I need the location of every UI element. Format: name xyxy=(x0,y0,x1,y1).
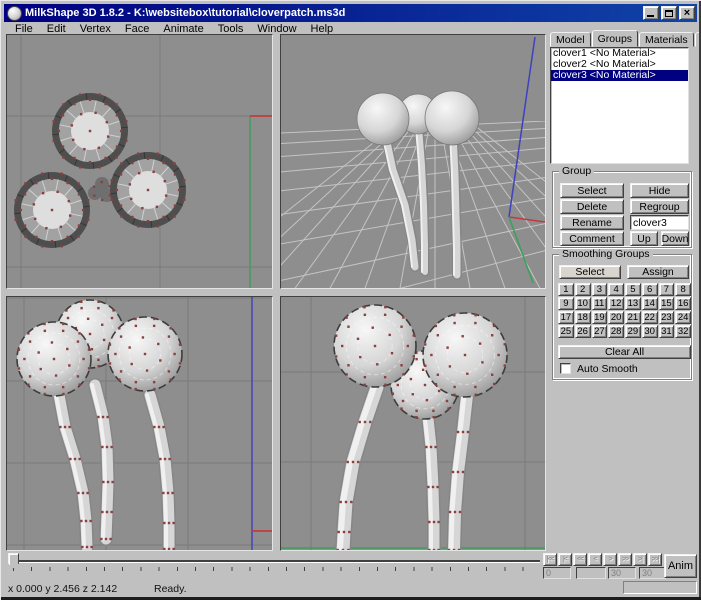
anim-toggle-button[interactable]: Anim xyxy=(664,554,697,578)
smoothing-groups-box: Smoothing Groups Select Assign 123456789… xyxy=(552,254,692,380)
close-button[interactable]: × xyxy=(679,6,695,20)
smoothing-group-16-button[interactable]: 16 xyxy=(675,297,691,310)
minimize-button[interactable] xyxy=(643,6,659,20)
viewport-front-view[interactable] xyxy=(280,296,546,551)
frame-field-2[interactable] xyxy=(576,567,606,579)
status-message: Ready. xyxy=(154,583,187,595)
smoothing-group-13-button[interactable]: 13 xyxy=(625,297,641,310)
clear-all-button[interactable]: Clear All xyxy=(558,345,691,359)
smoothing-group-2-button[interactable]: 2 xyxy=(575,283,591,296)
smoothing-group-7-button[interactable]: 7 xyxy=(659,283,675,296)
group-box-title: Group xyxy=(559,166,594,177)
tab-groups[interactable]: Groups xyxy=(592,30,638,47)
viewport-top-canvas xyxy=(7,35,272,288)
auto-smooth-label: Auto Smooth xyxy=(577,363,638,375)
smoothing-group-18-button[interactable]: 18 xyxy=(575,311,591,324)
smoothing-assign-button[interactable]: Assign xyxy=(627,265,689,279)
coordinates-readout: x 0.000 y 2.456 z 2.142 xyxy=(8,583,117,595)
next-keyframe-button[interactable]: >| xyxy=(633,553,647,566)
smoothing-group-20-button[interactable]: 20 xyxy=(608,311,624,324)
viewport-3d-view[interactable] xyxy=(280,34,546,289)
smoothing-group-22-button[interactable]: 22 xyxy=(642,311,658,324)
group-box: Group Select Hide Delete Regroup Rename … xyxy=(552,171,692,248)
status-bar: x 0.000 y 2.456 z 2.142 Ready. xyxy=(3,580,698,596)
smoothing-group-6-button[interactable]: 6 xyxy=(642,283,658,296)
smoothing-select-button[interactable]: Select xyxy=(559,265,621,279)
smoothing-number-grid: 1234567891011121314151617181920212223242… xyxy=(558,283,691,338)
smoothing-group-26-button[interactable]: 26 xyxy=(575,325,591,338)
total-frames-field[interactable]: 30 xyxy=(608,567,636,579)
window-title: MilkShape 3D 1.8.2 - K:\websitebox\tutor… xyxy=(25,7,643,19)
viewport-side-canvas xyxy=(7,297,272,550)
list-item-clover1[interactable]: clover1 <No Material> xyxy=(551,48,688,59)
smoothing-group-23-button[interactable]: 23 xyxy=(659,311,675,324)
regroup-button[interactable]: Regroup xyxy=(630,199,689,214)
list-item-clover2[interactable]: clover2 <No Material> xyxy=(551,59,688,70)
hide-button[interactable]: Hide xyxy=(630,183,689,198)
smoothing-group-4-button[interactable]: 4 xyxy=(608,283,624,296)
list-item-clover3[interactable]: clover3 <No Material> xyxy=(551,70,688,81)
panel-tabs: Model Groups Materials Joints xyxy=(550,30,701,47)
down-button[interactable]: Down xyxy=(661,231,689,246)
smoothing-group-31-button[interactable]: 31 xyxy=(659,325,675,338)
step-back-button[interactable]: < xyxy=(588,553,602,566)
go-to-end-button[interactable]: >>| xyxy=(648,553,662,566)
smoothing-group-1-button[interactable]: 1 xyxy=(558,283,574,296)
window-controls: × xyxy=(643,6,695,20)
smoothing-group-24-button[interactable]: 24 xyxy=(675,311,691,324)
up-button[interactable]: Up xyxy=(630,231,658,246)
tab-materials[interactable]: Materials xyxy=(639,32,694,47)
app-icon xyxy=(7,6,22,21)
smoothing-group-14-button[interactable]: 14 xyxy=(642,297,658,310)
auto-smooth-checkbox[interactable] xyxy=(560,363,571,374)
smoothing-group-27-button[interactable]: 27 xyxy=(592,325,608,338)
fast-forward-button[interactable]: >> xyxy=(618,553,632,566)
milkshape-window: MilkShape 3D 1.8.2 - K:\websitebox\tutor… xyxy=(0,0,701,600)
smoothing-group-15-button[interactable]: 15 xyxy=(659,297,675,310)
smoothing-group-11-button[interactable]: 11 xyxy=(592,297,608,310)
smoothing-group-32-button[interactable]: 32 xyxy=(675,325,691,338)
smoothing-group-28-button[interactable]: 28 xyxy=(608,325,624,338)
title-bar: MilkShape 3D 1.8.2 - K:\websitebox\tutor… xyxy=(4,4,697,22)
step-forward-button[interactable]: > xyxy=(603,553,617,566)
maximize-button[interactable] xyxy=(661,6,677,20)
end-frame-field[interactable]: 30 xyxy=(639,567,666,579)
smoothing-group-12-button[interactable]: 12 xyxy=(608,297,624,310)
group-name-input[interactable] xyxy=(630,215,689,230)
select-button[interactable]: Select xyxy=(560,183,624,198)
maximize-icon xyxy=(665,10,673,17)
smoothing-box-title: Smoothing Groups xyxy=(559,249,653,260)
smoothing-group-30-button[interactable]: 30 xyxy=(642,325,658,338)
tab-model[interactable]: Model xyxy=(550,32,591,47)
viewport-front-canvas xyxy=(281,297,545,550)
smoothing-group-8-button[interactable]: 8 xyxy=(675,283,691,296)
current-frame-field[interactable]: 0 xyxy=(543,567,571,579)
viewport-3d-canvas xyxy=(281,35,545,288)
smoothing-group-29-button[interactable]: 29 xyxy=(625,325,641,338)
prev-keyframe-button[interactable]: |< xyxy=(558,553,572,566)
smoothing-group-5-button[interactable]: 5 xyxy=(625,283,641,296)
smoothing-group-17-button[interactable]: 17 xyxy=(558,311,574,324)
viewport-top-view[interactable] xyxy=(6,34,273,289)
comment-button[interactable]: Comment xyxy=(560,231,624,246)
viewport-side-view[interactable] xyxy=(6,296,273,551)
smoothing-group-25-button[interactable]: 25 xyxy=(558,325,574,338)
smoothing-group-9-button[interactable]: 9 xyxy=(558,297,574,310)
timeline-ticks xyxy=(13,567,541,571)
close-icon: × xyxy=(684,8,690,19)
smoothing-group-10-button[interactable]: 10 xyxy=(575,297,591,310)
timeline-track[interactable] xyxy=(9,560,540,563)
fast-rewind-button[interactable]: << xyxy=(573,553,587,566)
status-panel xyxy=(623,581,697,594)
delete-button[interactable]: Delete xyxy=(560,199,624,214)
transport-controls: |<< |< << < > >> >| >>| xyxy=(543,553,662,566)
groups-list: clover1 <No Material> clover2 <No Materi… xyxy=(550,47,689,164)
minimize-icon xyxy=(647,15,654,17)
smoothing-group-19-button[interactable]: 19 xyxy=(592,311,608,324)
go-to-start-button[interactable]: |<< xyxy=(543,553,557,566)
smoothing-group-21-button[interactable]: 21 xyxy=(625,311,641,324)
rename-button[interactable]: Rename xyxy=(560,215,624,230)
smoothing-group-3-button[interactable]: 3 xyxy=(592,283,608,296)
